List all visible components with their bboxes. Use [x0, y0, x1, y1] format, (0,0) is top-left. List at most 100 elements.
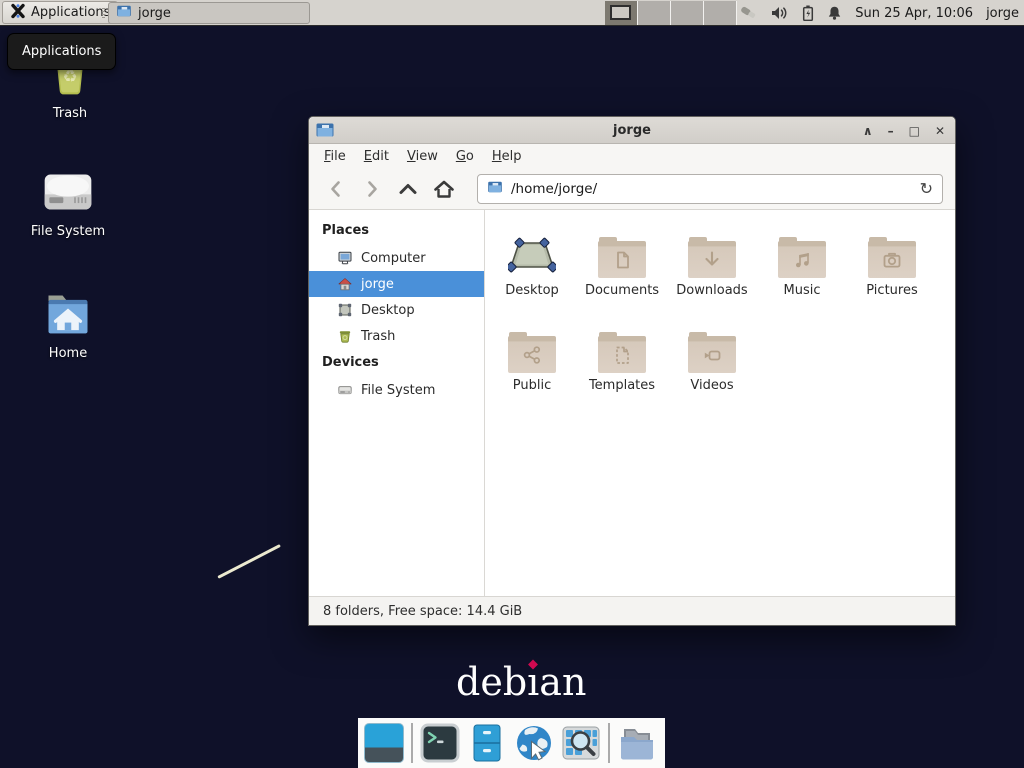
shade-button[interactable]: ∧ — [863, 124, 873, 138]
terminal-icon — [420, 723, 460, 763]
menu-view[interactable]: View — [398, 146, 447, 167]
computer-icon — [337, 250, 353, 266]
file-label: Public — [487, 378, 577, 393]
app-finder-launcher[interactable] — [561, 723, 601, 763]
debian-logo-text: deb — [456, 660, 527, 704]
debian-logo: debıan — [456, 660, 586, 704]
show-desktop-button[interactable] — [364, 723, 404, 763]
home-icon — [337, 276, 353, 292]
file-label: Videos — [667, 378, 757, 393]
video-emblem-icon — [700, 343, 724, 367]
menu-file[interactable]: File — [315, 146, 355, 167]
sidebar-item-desktop[interactable]: Desktop — [309, 297, 484, 323]
top-panel: Applications jorge — [0, 0, 1024, 26]
workspace-1[interactable] — [605, 1, 638, 25]
panel-separator-grip[interactable] — [102, 8, 105, 18]
panel-username: jorge — [986, 6, 1019, 21]
reload-icon[interactable]: ↻ — [920, 179, 933, 198]
tooltip-text: Applications — [22, 44, 101, 59]
app-finder-icon — [561, 723, 601, 763]
menu-go[interactable]: Go — [447, 146, 483, 167]
close-button[interactable]: ✕ — [935, 124, 945, 138]
volume-tray-icon[interactable] — [771, 5, 789, 21]
sidebar-item-label: Trash — [361, 329, 395, 344]
menu-bar: File Edit View Go Help — [309, 144, 955, 168]
back-button[interactable] — [321, 174, 351, 204]
file-item-videos[interactable]: Videos — [667, 321, 757, 416]
web-browser-launcher[interactable] — [514, 723, 554, 763]
bottom-dock — [358, 718, 665, 768]
document-emblem-icon — [610, 248, 634, 272]
battery-tray-icon[interactable] — [802, 5, 814, 21]
up-button[interactable] — [393, 174, 423, 204]
file-item-public[interactable]: Public — [487, 321, 577, 416]
applications-menu-button[interactable]: Applications — [2, 1, 118, 24]
desktop-special-icon — [508, 234, 556, 278]
debian-logo-text-end: an — [539, 660, 586, 704]
trash-small-icon — [337, 328, 353, 344]
menu-help[interactable]: Help — [483, 146, 531, 167]
path-bar[interactable]: /home/jorge/ ↻ — [477, 174, 943, 204]
file-item-music[interactable]: Music — [757, 226, 847, 321]
camera-emblem-icon — [880, 248, 904, 272]
sidebar-item-label: jorge — [361, 277, 394, 292]
sidebar-item-file-system[interactable]: File System — [309, 377, 484, 403]
file-label: Documents — [577, 283, 667, 298]
desktop-stray-line — [217, 544, 281, 579]
sidebar-item-trash[interactable]: Trash — [309, 323, 484, 349]
home-button[interactable] — [429, 174, 459, 204]
peripheral-device-tray-icon[interactable] — [740, 5, 758, 21]
applications-tooltip: Applications — [7, 33, 116, 70]
folder-window-icon — [116, 3, 132, 23]
sidebar-item-computer[interactable]: Computer — [309, 245, 484, 271]
file-item-templates[interactable]: Templates — [577, 321, 667, 416]
file-item-downloads[interactable]: Downloads — [667, 226, 757, 321]
file-label: Desktop — [487, 283, 577, 298]
window-title: jorge — [309, 117, 955, 144]
taskbar-window-label: jorge — [138, 6, 171, 21]
taskbar-window-button[interactable]: jorge — [108, 2, 310, 24]
sidebar-item-label: Desktop — [361, 303, 415, 318]
folder-icon — [617, 723, 657, 763]
share-emblem-icon — [520, 343, 544, 367]
file-label: Downloads — [667, 283, 757, 298]
drive-small-icon — [337, 382, 353, 398]
terminal-launcher[interactable] — [420, 723, 460, 763]
workspace-3[interactable] — [671, 1, 704, 25]
maximize-button[interactable]: □ — [909, 124, 920, 138]
desktop-icon — [337, 302, 353, 318]
file-manager-launcher[interactable] — [467, 723, 507, 763]
panel-clock[interactable]: Sun 25 Apr, 10:06 — [855, 6, 973, 21]
system-tray: Sun 25 Apr, 10:06 jorge — [740, 0, 1019, 26]
status-bar: 8 folders, Free space: 14.4 GiB — [309, 596, 955, 625]
file-item-pictures[interactable]: Pictures — [847, 226, 937, 321]
desktop-icon-file-system[interactable]: File System — [20, 164, 116, 239]
menu-edit[interactable]: Edit — [355, 146, 398, 167]
file-list: Desktop Documents Downloads — [485, 210, 955, 596]
toolbar: /home/jorge/ ↻ — [309, 168, 955, 210]
hard-drive-icon — [40, 164, 96, 220]
workspace-2[interactable] — [638, 1, 671, 25]
sidebar-devices-header: Devices — [309, 349, 484, 377]
applications-menu-label: Applications — [31, 5, 110, 20]
forward-button[interactable] — [357, 174, 387, 204]
status-text: 8 folders, Free space: 14.4 GiB — [323, 604, 522, 619]
desktop-icon-label: Trash — [22, 106, 118, 121]
file-item-documents[interactable]: Documents — [577, 226, 667, 321]
directory-launcher[interactable] — [617, 723, 657, 763]
minimize-button[interactable]: – — [888, 124, 894, 138]
file-item-desktop[interactable]: Desktop — [487, 226, 577, 321]
sidebar-item-label: File System — [361, 383, 435, 398]
file-label: Templates — [577, 378, 667, 393]
file-label: Music — [757, 283, 847, 298]
globe-browser-icon — [514, 723, 554, 763]
desktop-icon-home[interactable]: Home — [20, 288, 116, 361]
template-emblem-icon — [610, 343, 634, 367]
sidebar-item-jorge[interactable]: jorge — [309, 271, 484, 297]
workspace-4[interactable] — [704, 1, 737, 25]
notification-bell-icon[interactable] — [827, 5, 842, 21]
window-titlebar[interactable]: jorge ∧ – □ ✕ — [309, 117, 955, 144]
path-input[interactable]: /home/jorge/ — [511, 181, 912, 197]
file-label: Pictures — [847, 283, 937, 298]
file-cabinet-icon — [467, 723, 507, 763]
